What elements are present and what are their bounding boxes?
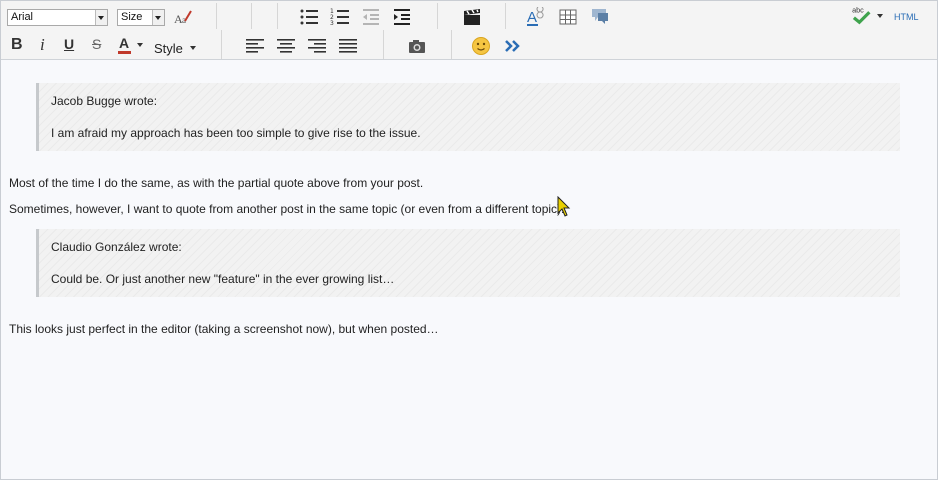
numbered-list-icon[interactable]: 1 2 3 xyxy=(330,7,350,27)
html-source-button[interactable]: HTML xyxy=(894,12,919,22)
align-justify-icon[interactable] xyxy=(338,36,358,56)
align-left-icon[interactable] xyxy=(245,36,265,56)
video-clapper-icon[interactable] xyxy=(462,7,482,27)
font-color-button[interactable]: A xyxy=(117,35,145,55)
font-family-value: Arial xyxy=(11,11,34,23)
bullet-list-icon[interactable] xyxy=(299,7,319,27)
paragraph: Most of the time I do the same, as with … xyxy=(9,176,424,190)
clear-formatting-icon[interactable]: A a xyxy=(173,7,193,27)
bold-button[interactable]: B xyxy=(11,36,23,54)
spellcheck-icon[interactable]: abc xyxy=(850,5,876,25)
align-center-icon[interactable] xyxy=(276,36,296,56)
underline-button[interactable]: U xyxy=(64,36,74,52)
font-color-swatch xyxy=(118,51,131,54)
camera-icon[interactable] xyxy=(407,36,427,56)
quote-icon[interactable] xyxy=(590,7,610,27)
mouse-pointer-icon xyxy=(557,196,571,217)
quote-text: I am afraid my approach has been too sim… xyxy=(51,126,421,140)
italic-button[interactable]: i xyxy=(40,35,45,55)
more-tools-icon[interactable] xyxy=(503,36,523,56)
svg-text:A: A xyxy=(527,9,537,26)
emoticon-icon[interactable] xyxy=(471,36,491,56)
table-icon[interactable] xyxy=(558,7,578,27)
toolbar-separator xyxy=(277,3,278,29)
outdent-icon[interactable] xyxy=(361,7,381,27)
font-color-letter: A xyxy=(119,35,130,51)
align-right-icon[interactable] xyxy=(307,36,327,56)
font-size-select[interactable]: Size xyxy=(117,9,165,26)
editor-toolbar: Arial Size A a 1 2 3 A abc HTML B i U S … xyxy=(1,1,937,60)
paragraph: Sometimes, however, I want to quote from… xyxy=(9,202,565,216)
quote-author: Claudio González wrote: xyxy=(51,240,182,254)
paragraph: This looks just perfect in the editor (t… xyxy=(9,322,439,336)
chevron-down-icon xyxy=(190,46,196,50)
blockquote-2: Claudio González wrote: Could be. Or jus… xyxy=(36,229,900,297)
toolbar-separator xyxy=(221,30,222,59)
svg-text:3: 3 xyxy=(330,20,334,27)
toolbar-separator xyxy=(505,3,506,29)
font-size-value: Size xyxy=(121,11,143,23)
editor-content-area[interactable]: Jacob Bugge wrote: I am afraid my approa… xyxy=(9,71,929,337)
indent-icon[interactable] xyxy=(392,7,412,27)
chevron-down-icon xyxy=(95,10,107,25)
toolbar-row-1: Arial Size A a 1 2 3 A abc HTML xyxy=(1,1,937,30)
style-dropdown-label: Style xyxy=(154,41,183,56)
text-format-icon[interactable]: A xyxy=(527,7,547,27)
strikethrough-button[interactable]: S xyxy=(92,36,101,52)
chevron-down-icon xyxy=(137,43,143,47)
style-dropdown[interactable]: Style xyxy=(154,38,196,57)
toolbar-separator xyxy=(437,3,438,29)
toolbar-row-2: B i U S A Style xyxy=(1,30,937,59)
toolbar-separator xyxy=(451,30,452,59)
svg-text:abc: abc xyxy=(852,5,864,14)
toolbar-separator xyxy=(383,30,384,59)
rich-text-editor: Arial Size A a 1 2 3 A abc HTML B i U S … xyxy=(0,0,938,480)
toolbar-separator xyxy=(216,3,217,29)
font-family-select[interactable]: Arial xyxy=(7,9,108,26)
chevron-down-icon xyxy=(152,10,164,25)
toolbar-separator xyxy=(251,3,252,29)
chevron-down-icon[interactable] xyxy=(877,13,883,19)
quote-author: Jacob Bugge wrote: xyxy=(51,94,158,108)
blockquote-1: Jacob Bugge wrote: I am afraid my approa… xyxy=(36,83,900,151)
quote-text: Could be. Or just another new "feature" … xyxy=(51,272,395,286)
